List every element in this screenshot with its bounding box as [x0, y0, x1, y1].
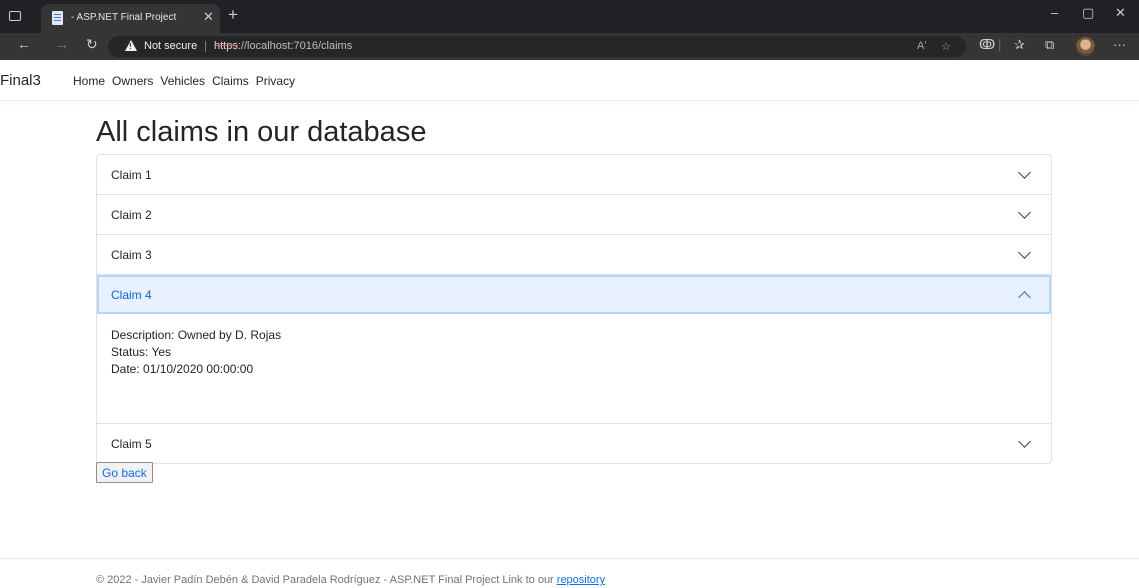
tab-actions-icon[interactable] [9, 11, 21, 21]
chevron-down-icon [1018, 206, 1031, 219]
url-scheme: https [214, 40, 238, 52]
site-navbar: Final3 Home Owners Vehicles Claims Priva… [0, 60, 1139, 101]
url-text[interactable]: https://localhost:7016/claims [214, 40, 352, 52]
accordion-item: Claim 4 Description: Owned by D. Rojas S… [97, 274, 1051, 423]
nav-home[interactable]: Home [73, 74, 105, 88]
favorites-icon[interactable]: ✰ [1014, 38, 1025, 51]
browser-toolbar: ← → ↻ Not secure | https://localhost:701… [0, 33, 1139, 60]
claims-accordion: Claim 1 Claim 2 Claim 3 Claim 4 Descript… [96, 154, 1052, 464]
claim-date: Date: 01/10/2020 00:00:00 [111, 362, 254, 376]
read-aloud-icon[interactable]: Aʹ [917, 40, 926, 52]
not-secure-label[interactable]: Not secure [144, 40, 197, 52]
claim-4-header[interactable]: Claim 4 [97, 275, 1051, 314]
nav-owners[interactable]: Owners [112, 74, 153, 88]
accordion-item: Claim 3 [97, 234, 1051, 274]
forward-arrow-icon[interactable]: → [55, 37, 69, 51]
claim-label: Claim 3 [111, 248, 152, 262]
nav-claims[interactable]: Claims [212, 74, 249, 88]
accordion-item: Claim 5 [97, 423, 1051, 463]
more-options-icon[interactable]: ··· [1113, 38, 1126, 51]
tab-title: - ASP.NET Final Project [71, 12, 177, 23]
claim-description: Description: Owned by D. Rojas [111, 328, 282, 342]
claim-5-header[interactable]: Claim 5 [97, 424, 1051, 463]
claim-label: Claim 2 [111, 208, 152, 222]
toolbar-divider: | [998, 37, 1002, 52]
close-tab-icon[interactable]: ✕ [203, 10, 214, 23]
profile-avatar[interactable] [1076, 37, 1095, 56]
claim-status: Status: Yes [111, 345, 172, 359]
url-path: ://localhost:7016/claims [237, 40, 353, 52]
new-tab-icon[interactable]: + [228, 6, 238, 23]
warning-icon[interactable] [125, 40, 137, 51]
accordion-item: Claim 1 [97, 155, 1051, 194]
browser-tab[interactable]: - ASP.NET Final Project ✕ [41, 4, 220, 33]
nav-vehicles[interactable]: Vehicles [160, 74, 205, 88]
chevron-up-icon [1018, 291, 1031, 304]
minimize-icon[interactable]: – [1051, 6, 1058, 19]
browser-titlebar: - ASP.NET Final Project ✕ + – ▢ ✕ [0, 0, 1139, 33]
claim-label: Claim 4 [111, 288, 152, 302]
claim-1-header[interactable]: Claim 1 [97, 155, 1051, 194]
chevron-down-icon [1018, 246, 1031, 259]
page-favicon-icon [52, 11, 63, 25]
restore-icon[interactable]: ▢ [1082, 6, 1094, 19]
page-title: All claims in our database [96, 116, 427, 148]
footer-text: © 2022 - Javier Padín Debén & David Para… [96, 574, 557, 586]
address-separator: | [204, 40, 207, 52]
accordion-item: Claim 2 [97, 194, 1051, 234]
close-window-icon[interactable]: ✕ [1115, 6, 1126, 19]
chevron-down-icon [1018, 435, 1031, 448]
collections-icon[interactable]: ⧉ [1045, 38, 1054, 51]
claim-4-body: Description: Owned by D. Rojas Status: Y… [97, 314, 1051, 423]
go-back-button[interactable]: Go back [96, 462, 153, 483]
back-arrow-icon[interactable]: ← [17, 37, 31, 51]
claim-label: Claim 5 [111, 437, 152, 451]
refresh-icon[interactable]: ↻ [86, 37, 98, 51]
claim-3-header[interactable]: Claim 3 [97, 235, 1051, 274]
add-favorite-icon[interactable]: ☆ [941, 40, 951, 53]
footer: © 2022 - Javier Padín Debén & David Para… [96, 574, 605, 586]
nav-links: Home Owners Vehicles Claims Privacy [73, 74, 295, 88]
brand-link[interactable]: Final3 [0, 72, 41, 89]
chevron-down-icon [1018, 166, 1031, 179]
footer-divider [0, 558, 1139, 559]
nav-privacy[interactable]: Privacy [256, 74, 295, 88]
extensions-icon[interactable]: ↂ [979, 38, 995, 51]
repository-link[interactable]: repository [557, 574, 605, 586]
address-bar[interactable]: Not secure | https://localhost:7016/clai… [108, 36, 966, 57]
claim-2-header[interactable]: Claim 2 [97, 195, 1051, 234]
claim-label: Claim 1 [111, 168, 152, 182]
